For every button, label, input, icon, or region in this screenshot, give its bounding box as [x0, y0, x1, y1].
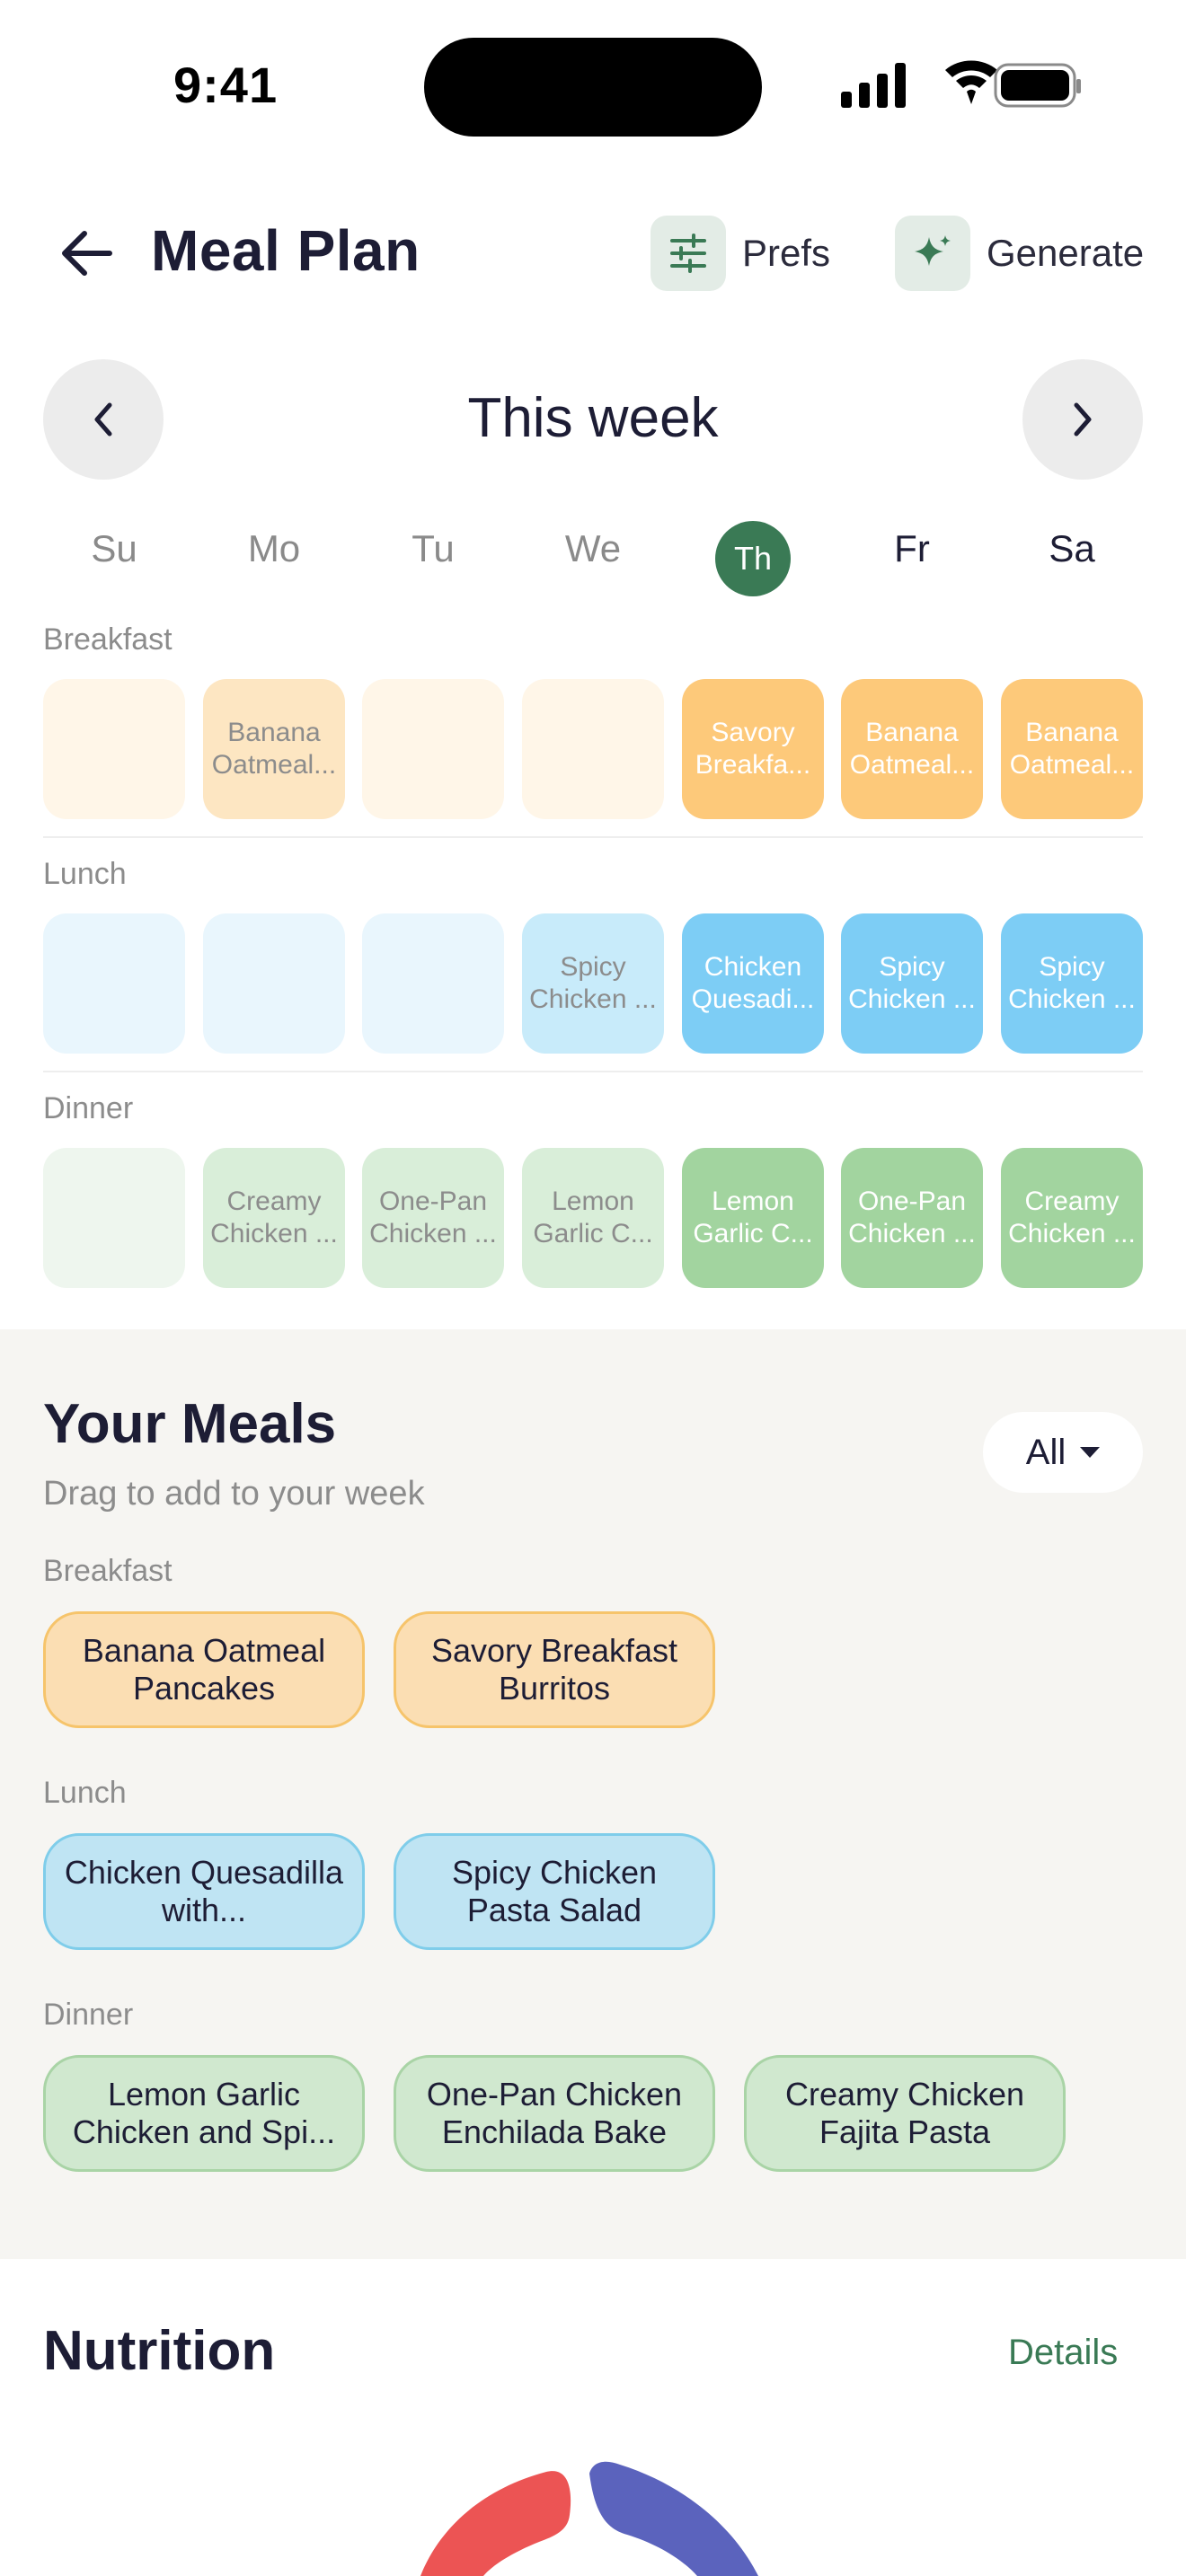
- day-wednesday[interactable]: We: [522, 519, 664, 600]
- breakfast-cell-sunday[interactable]: [43, 679, 185, 819]
- lunch-cell-wednesday[interactable]: Spicy Chicken ...: [522, 913, 664, 1054]
- meal-filter-value: All: [1025, 1432, 1067, 1472]
- breakfast-cell-friday[interactable]: Banana Oatmeal...: [841, 679, 983, 819]
- lunch-row-label: Lunch: [43, 857, 127, 891]
- nutrition-chart-segment-red: [420, 2471, 571, 2576]
- breakfast-cell-thursday[interactable]: Savory Breakfa...: [682, 679, 824, 819]
- dinner-row-label: Dinner: [43, 1091, 134, 1125]
- lunch-cell-thursday[interactable]: Chicken Quesadi...: [682, 913, 824, 1054]
- signal-icon: [841, 63, 906, 108]
- day-thursday-today[interactable]: Th: [682, 519, 824, 600]
- wifi-icon: [945, 60, 997, 104]
- row-divider: [43, 1071, 1143, 1072]
- app-header: Meal Plan Prefs Generate: [0, 198, 1186, 309]
- nutrition-donut-chart: [420, 2461, 758, 2576]
- lunch-cell-monday[interactable]: [203, 913, 345, 1054]
- day-friday[interactable]: Fr: [841, 519, 983, 600]
- your-meals-subtitle: Drag to add to your week: [43, 1475, 425, 1513]
- breakfast-category-label: Breakfast: [43, 1554, 173, 1588]
- nutrition-details-link[interactable]: Details: [1008, 2333, 1118, 2373]
- day-tuesday[interactable]: Tu: [362, 519, 504, 600]
- week-title: This week: [467, 387, 719, 449]
- day-sunday[interactable]: Su: [43, 519, 185, 600]
- chevron-right-icon: [1074, 402, 1092, 437]
- day-monday[interactable]: Mo: [203, 519, 345, 600]
- dinner-cell-thursday[interactable]: Lemon Garlic C...: [682, 1148, 824, 1288]
- sparkles-icon: [915, 235, 951, 266]
- breakfast-cell-wednesday[interactable]: [522, 679, 664, 819]
- previous-week-button[interactable]: [43, 359, 164, 480]
- chevron-left-icon: [94, 402, 112, 437]
- status-icons: [841, 60, 1081, 108]
- today-indicator: Th: [715, 521, 791, 596]
- week-navigator: This week: [0, 359, 1186, 481]
- lunch-cell-sunday[interactable]: [43, 913, 185, 1054]
- dinner-category-label: Dinner: [43, 1998, 134, 2032]
- lunch-category-label: Lunch: [43, 1776, 127, 1810]
- breakfast-row-label: Breakfast: [43, 622, 173, 657]
- row-divider: [43, 836, 1143, 838]
- status-time: 9:41: [173, 57, 279, 113]
- next-week-button[interactable]: [1022, 359, 1143, 480]
- generate-label: Generate: [987, 232, 1145, 274]
- meal-chip-dinner[interactable]: Lemon Garlic Chicken and Spi...: [43, 2055, 365, 2172]
- generate-icon-chip: [895, 216, 970, 291]
- battery-icon: [994, 63, 1081, 108]
- meal-chip-dinner[interactable]: One-Pan Chicken Enchilada Bake: [394, 2055, 715, 2172]
- breakfast-cell-saturday[interactable]: Banana Oatmeal...: [1001, 679, 1143, 819]
- breakfast-cell-tuesday[interactable]: [362, 679, 504, 819]
- page-title: Meal Plan: [151, 218, 420, 283]
- status-bar: 9:41: [0, 0, 1186, 171]
- back-button[interactable]: [52, 219, 120, 287]
- prefs-label: Prefs: [742, 232, 831, 274]
- dinner-cell-wednesday[interactable]: Lemon Garlic C...: [522, 1148, 664, 1288]
- meal-chip-dinner[interactable]: Creamy Chicken Fajita Pasta: [744, 2055, 1066, 2172]
- lunch-cell-friday[interactable]: Spicy Chicken ...: [841, 913, 983, 1054]
- day-saturday[interactable]: Sa: [1001, 519, 1143, 600]
- arrow-left-icon: [62, 231, 112, 276]
- nutrition-chart-segment-blue: [589, 2461, 758, 2576]
- generate-button[interactable]: Generate: [895, 216, 1144, 291]
- caret-down-icon: [1080, 1447, 1101, 1458]
- your-meals-title: Your Meals: [43, 1393, 337, 1455]
- sliders-icon: [670, 234, 706, 273]
- meal-chip-breakfast[interactable]: Savory Breakfast Burritos: [394, 1611, 715, 1728]
- meal-filter-dropdown[interactable]: All: [983, 1412, 1143, 1493]
- day-headers: Su Mo Tu We Th Fr Sa: [43, 519, 1143, 600]
- prefs-icon-chip: [651, 216, 726, 291]
- nutrition-title: Nutrition: [43, 2320, 276, 2382]
- dinner-cell-monday[interactable]: Creamy Chicken ...: [203, 1148, 345, 1288]
- dinner-cell-friday[interactable]: One-Pan Chicken ...: [841, 1148, 983, 1288]
- meal-chip-breakfast[interactable]: Banana Oatmeal Pancakes: [43, 1611, 365, 1728]
- prefs-button[interactable]: Prefs: [651, 216, 830, 291]
- dinner-cell-sunday[interactable]: [43, 1148, 185, 1288]
- lunch-cell-tuesday[interactable]: [362, 913, 504, 1054]
- your-meals-section: Your Meals Drag to add to your week All …: [0, 1329, 1186, 2259]
- meal-chip-lunch[interactable]: Spicy Chicken Pasta Salad: [394, 1833, 715, 1950]
- dinner-cell-tuesday[interactable]: One-Pan Chicken ...: [362, 1148, 504, 1288]
- dinner-cell-saturday[interactable]: Creamy Chicken ...: [1001, 1148, 1143, 1288]
- lunch-cell-saturday[interactable]: Spicy Chicken ...: [1001, 913, 1143, 1054]
- meal-chip-lunch[interactable]: Chicken Quesadilla with...: [43, 1833, 365, 1950]
- dynamic-island: [424, 38, 762, 137]
- breakfast-cell-monday[interactable]: Banana Oatmeal...: [203, 679, 345, 819]
